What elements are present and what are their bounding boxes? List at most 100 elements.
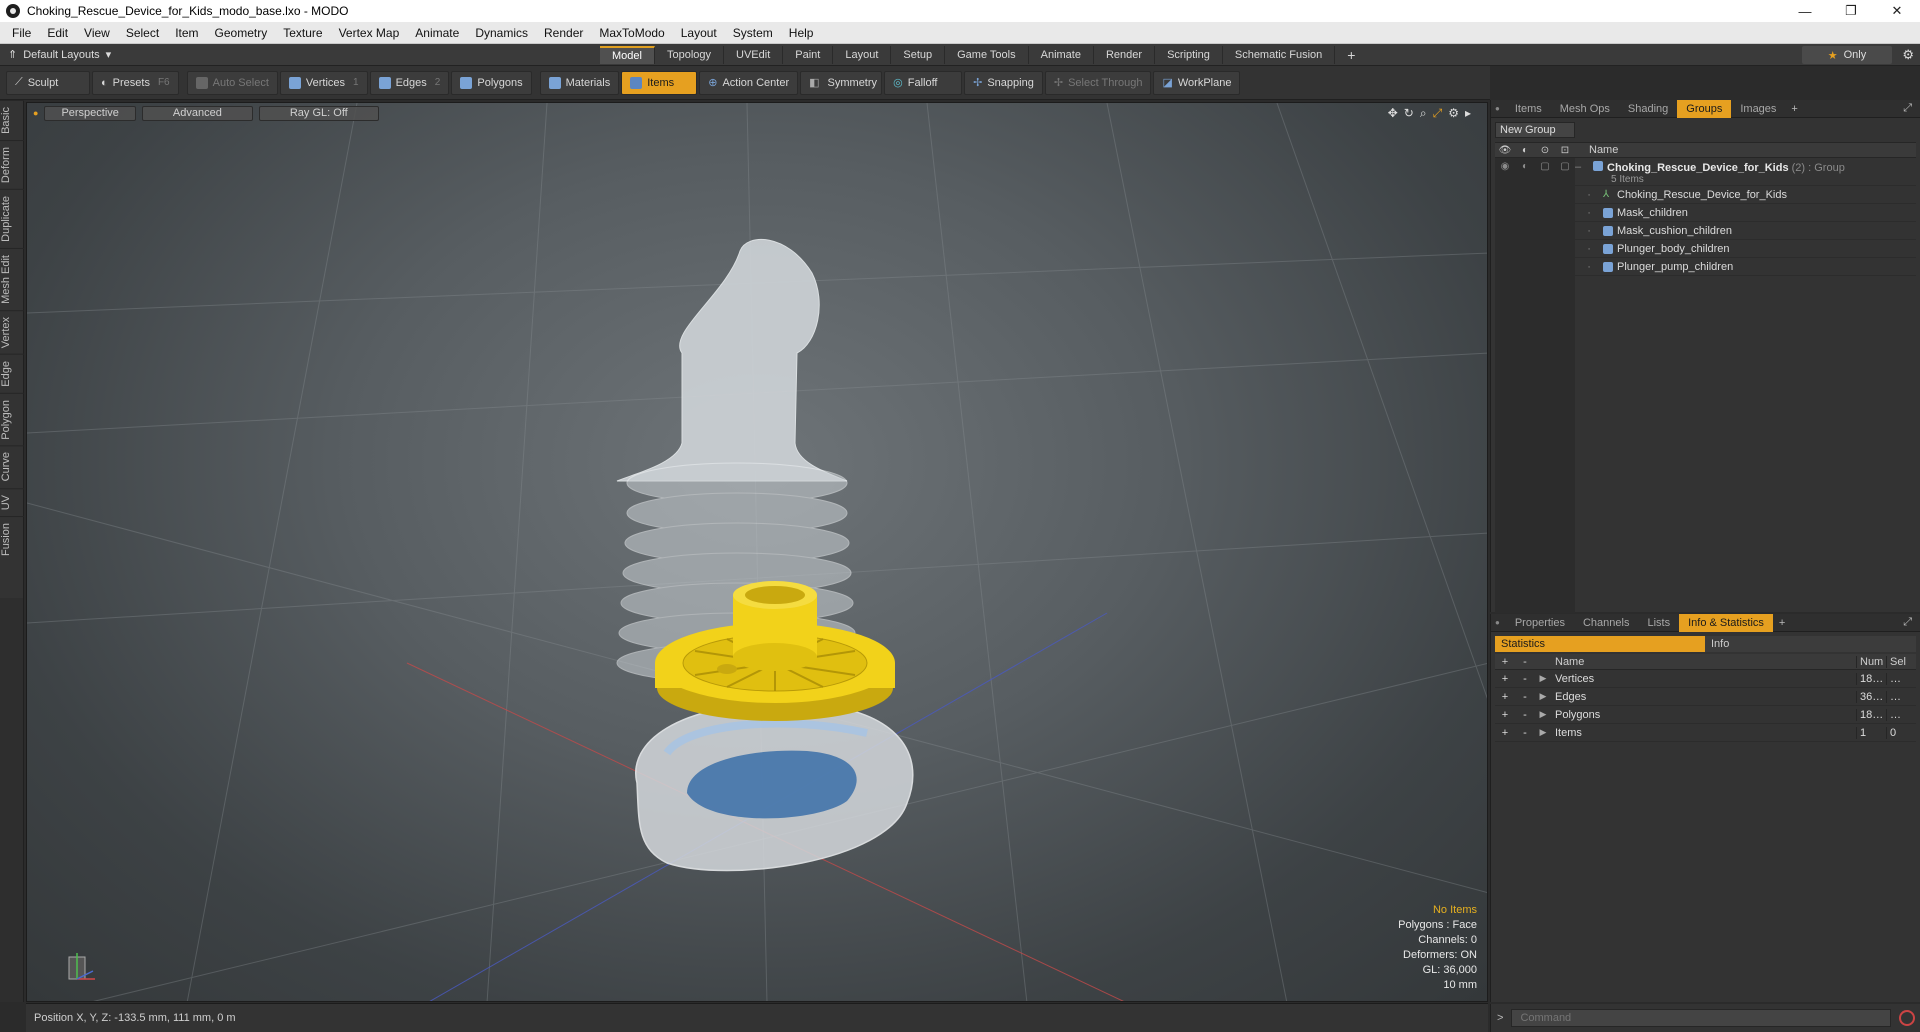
list-item[interactable]: · Plunger_body_children [1495,240,1916,258]
new-group-button[interactable]: New Group [1495,122,1575,138]
menu-maxtomodo[interactable]: MaxToModo [591,26,672,40]
triangle-right-icon[interactable]: ▶ [1535,709,1551,720]
zoom-view-icon[interactable]: ⌕ [1420,106,1427,121]
vtab-duplicate[interactable]: Duplicate [0,188,24,248]
group-row[interactable]: ◉ ◐ ▢ ▢ – Choking_Rescue_Device_for_Kids… [1495,158,1916,186]
tab-info[interactable]: Info [1705,636,1916,652]
tab-layout[interactable]: Layout [833,45,892,64]
edges-button[interactable]: Edges 2 [369,70,450,95]
expand-row-icon[interactable]: + [1495,709,1515,721]
menu-dynamics[interactable]: Dynamics [467,26,536,40]
tab-items[interactable]: Items [1506,100,1551,118]
viewport-settings-icon[interactable]: ⚙ [1448,106,1459,121]
tab-channels[interactable]: Channels [1574,614,1638,632]
tab-animate[interactable]: Animate [1029,45,1094,64]
tab-properties[interactable]: Properties [1506,614,1574,632]
collapse-row-icon[interactable]: - [1515,727,1535,739]
menu-view[interactable]: View [76,26,118,40]
menu-animate[interactable]: Animate [407,26,467,40]
tab-schematic-fusion[interactable]: Schematic Fusion [1223,45,1336,64]
tab-paint[interactable]: Paint [783,45,834,64]
panel-menu-dot-icon[interactable]: ● [1495,618,1500,627]
minimize-icon[interactable]: — [1782,0,1828,22]
fit-view-icon[interactable]: ⤢ [1433,106,1443,121]
vtab-polygon[interactable]: Polygon [0,392,24,446]
presets-button[interactable]: ◐ Presets F6 [92,70,179,95]
render-toggle-icon[interactable]: ◐ [1515,161,1535,172]
symmetry-button[interactable]: ◧ Symmetry [800,70,883,95]
tab-model[interactable]: Model [600,45,655,64]
snapping-button[interactable]: ✢ Snapping [964,70,1043,95]
only-button[interactable]: ★ Only [1802,46,1892,64]
falloff-button[interactable]: ◎ Falloff [884,70,963,95]
triangle-right-icon[interactable]: ▶ [1535,673,1551,684]
vertices-button[interactable]: Vertices 1 [279,70,368,95]
expand-row-icon[interactable]: + [1495,727,1515,739]
add-panel-tab-icon[interactable]: + [1785,100,1803,118]
vtab-fusion[interactable]: Fusion [0,516,24,563]
panel-menu-dot-icon[interactable]: ● [1495,104,1500,113]
tab-shading[interactable]: Shading [1619,100,1677,118]
tab-info-statistics[interactable]: Info & Statistics [1679,613,1773,632]
tab-render[interactable]: Render [1094,45,1156,64]
add-tab-icon[interactable]: + [1335,46,1367,64]
collapse-all-icon[interactable]: - [1515,656,1535,668]
tab-lists[interactable]: Lists [1638,614,1679,632]
viewport-menu-dot-icon[interactable]: ● [33,108,38,118]
triangle-right-icon[interactable]: ▶ [1535,691,1551,702]
menu-system[interactable]: System [725,26,781,40]
table-row[interactable]: + - ▶ Edges 36… … [1495,688,1916,706]
select-toggle-icon[interactable]: ▢ [1555,161,1575,172]
sculpt-button[interactable]: ⟋ Sculpt [6,70,90,95]
rotate-view-icon[interactable]: ↻ [1404,106,1414,121]
table-row[interactable]: + - ▶ Vertices 18… … [1495,670,1916,688]
action-center-button[interactable]: ⊕ Action Center [699,70,799,95]
vtab-basic[interactable]: Basic [0,100,24,140]
expand-panel-icon[interactable]: ⤢ [1903,102,1912,115]
collapse-arrow-icon[interactable]: – [1575,161,1593,173]
menu-select[interactable]: Select [118,26,167,40]
expand-row-icon[interactable]: + [1495,691,1515,703]
eye-icon[interactable]: ◉ [1495,161,1515,172]
items-button[interactable]: Items [621,70,698,95]
tab-mesh-ops[interactable]: Mesh Ops [1551,100,1619,118]
menu-file[interactable]: File [4,26,39,40]
auto-select-button[interactable]: Auto Select [186,70,278,95]
gear-icon[interactable]: ⚙ [1902,47,1914,63]
tab-scripting[interactable]: Scripting [1155,45,1223,64]
list-item[interactable]: · Mask_children [1495,204,1916,222]
perspective-button[interactable]: Perspective [44,105,136,121]
vtab-deform[interactable]: Deform [0,139,24,189]
vtab-mesh-edit[interactable]: Mesh Edit [0,247,24,310]
polygons-button[interactable]: Polygons [451,70,532,95]
command-input[interactable] [1511,1009,1892,1027]
layout-preset-dropdown[interactable]: ⇑ Default Layouts ▾ [0,48,600,62]
3d-viewport[interactable]: ● Perspective Advanced Ray GL: Off ✥ ↻ ⌕… [26,102,1488,1002]
table-row[interactable]: + - ▶ Items 1 0 [1495,724,1916,742]
vtab-vertex[interactable]: Vertex [0,309,24,354]
close-icon[interactable]: ✕ [1874,0,1920,22]
menu-item[interactable]: Item [167,26,206,40]
expand-panel-icon[interactable]: ⤢ [1903,616,1912,629]
tab-statistics[interactable]: Statistics [1495,636,1705,652]
tab-setup[interactable]: Setup [891,45,946,64]
collapse-row-icon[interactable]: - [1515,691,1535,703]
expand-all-icon[interactable]: + [1495,656,1515,668]
list-item[interactable]: · ⅄ Choking_Rescue_Device_for_Kids [1495,186,1916,204]
expand-arrow-icon[interactable]: ▸ [1465,106,1471,121]
materials-button[interactable]: Materials [539,70,620,95]
menu-vertex-map[interactable]: Vertex Map [331,26,408,40]
restore-icon[interactable]: ❐ [1828,0,1874,22]
table-row[interactable]: + - ▶ Polygons 18… … [1495,706,1916,724]
menu-layout[interactable]: Layout [673,26,725,40]
advanced-shading-button[interactable]: Advanced [141,105,253,121]
add-panel-tab-icon[interactable]: + [1773,614,1791,632]
vtab-uv[interactable]: UV [0,487,24,517]
list-item[interactable]: · Plunger_pump_children [1495,258,1916,276]
menu-render[interactable]: Render [536,26,591,40]
vtab-curve[interactable]: Curve [0,445,24,488]
tab-groups[interactable]: Groups [1677,99,1732,118]
tab-images[interactable]: Images [1731,100,1785,118]
list-item[interactable]: · Mask_cushion_children [1495,222,1916,240]
collapse-row-icon[interactable]: - [1515,709,1535,721]
